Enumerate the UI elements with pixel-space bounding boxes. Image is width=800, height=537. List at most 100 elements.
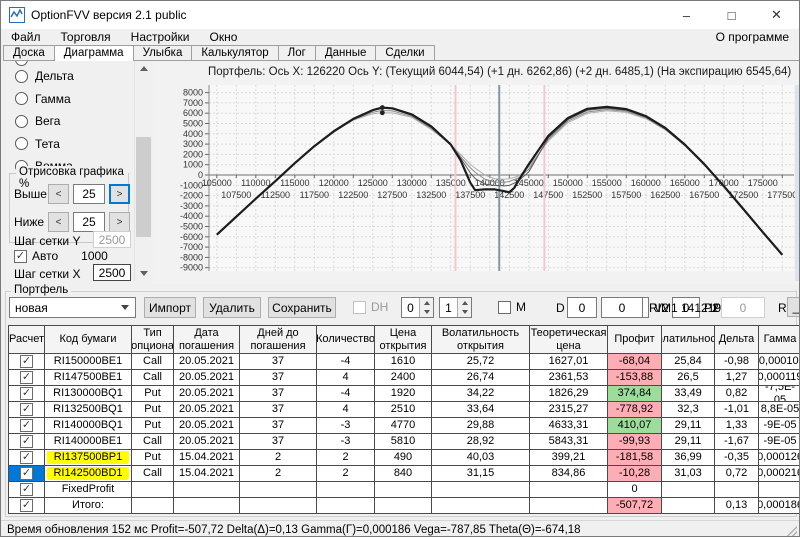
row-checkbox-cell[interactable]: ✓ — [9, 466, 45, 482]
below-percent-input[interactable] — [73, 212, 105, 232]
cell: -3 — [317, 434, 375, 450]
table-row[interactable]: ✓RI147500BE1Call20.05.2021374240026,7423… — [9, 370, 800, 386]
svg-text:177500: 177500 — [767, 190, 797, 200]
grid-step-x-input[interactable] — [93, 264, 131, 281]
spinner-buttons[interactable] — [419, 298, 433, 317]
cell: 25,72 — [432, 354, 530, 370]
tab-калькулятор[interactable]: Калькулятор — [191, 45, 278, 60]
save-button[interactable]: Сохранить — [268, 297, 336, 318]
scroll-down-icon[interactable] — [135, 266, 152, 281]
greek-radio-1[interactable]: Гамма — [15, 92, 71, 106]
row-checkbox[interactable]: ✓ — [20, 483, 33, 496]
row-checkbox[interactable]: ✓ — [20, 403, 33, 416]
table-row[interactable]: ✓RI140000BQ1Put20.05.202137-3477029,8846… — [9, 418, 800, 434]
dh-label: DH — [371, 300, 388, 314]
table-row[interactable]: ✓RI142500BD1Call15.04.20212284031,15834,… — [9, 466, 800, 482]
cell — [432, 482, 530, 498]
m-checkbox-row[interactable]: M — [498, 300, 526, 314]
portfolio-select[interactable]: новая — [9, 297, 136, 318]
row-checkbox[interactable]: ✓ — [20, 467, 33, 480]
row-checkbox-cell[interactable]: ✓ — [9, 482, 45, 498]
below-increase-button[interactable]: > — [109, 212, 130, 232]
row-checkbox-cell[interactable]: ✓ — [9, 450, 45, 466]
row-checkbox-cell[interactable]: ✓ — [9, 402, 45, 418]
row-checkbox-cell[interactable]: ✓ — [9, 386, 45, 402]
tab-улыбка[interactable]: Улыбка — [133, 45, 193, 60]
svg-text:3000: 3000 — [183, 139, 203, 149]
row-checkbox[interactable]: ✓ — [20, 499, 33, 512]
svg-text:115000: 115000 — [280, 178, 309, 188]
minimize-button[interactable]: – — [664, 1, 709, 29]
row-checkbox[interactable]: ✓ — [20, 371, 33, 384]
menu-item-3[interactable]: Окно — [200, 30, 248, 44]
scrollbar-thumb[interactable] — [136, 137, 151, 237]
dh-checkbox-row[interactable]: DH — [353, 300, 388, 314]
dh-spinner-2[interactable]: 1 — [439, 297, 472, 318]
maximize-button[interactable]: □ — [709, 1, 754, 29]
tab-сделки[interactable]: Сделки — [375, 45, 434, 60]
cell — [132, 498, 174, 514]
table-row[interactable]: ✓RI137500BP1Put15.04.20212249040,03399,2… — [9, 450, 800, 466]
tab-данные[interactable]: Данные — [315, 45, 377, 60]
close-button[interactable]: ✕ — [754, 1, 799, 29]
row-checkbox[interactable]: ✓ — [20, 435, 33, 448]
d-input[interactable] — [567, 297, 597, 318]
tab-лог[interactable]: Лог — [278, 45, 316, 60]
row-checkbox-cell[interactable]: ✓ — [9, 498, 45, 514]
r-button[interactable]: _ — [787, 297, 800, 317]
chart-scrollbar[interactable] — [795, 85, 800, 281]
profit-cell: 410,07 — [608, 418, 662, 434]
menu-item-about[interactable]: О программе — [706, 30, 799, 44]
cell: 28,92 — [432, 434, 530, 450]
table-row[interactable]: ✓RI140000BE1Call20.05.202137-3581028,925… — [9, 434, 800, 450]
menu-item-1[interactable]: Торговля — [51, 30, 121, 44]
left-panel-scrollbar[interactable] — [134, 61, 151, 281]
above-decrease-button[interactable]: < — [48, 184, 69, 204]
table-row[interactable]: ✓RI150000BE1Call20.05.202137-4161025,721… — [9, 354, 800, 370]
greek-radio-partial[interactable] — [15, 61, 28, 66]
above-increase-button[interactable]: > — [109, 184, 130, 204]
dh-spinner-1[interactable]: 0 — [401, 297, 434, 318]
menu-item-2[interactable]: Настройки — [121, 30, 200, 44]
resize-grip-icon[interactable] — [787, 526, 797, 536]
row-checkbox[interactable]: ✓ — [20, 451, 33, 464]
table-row[interactable]: ✓Итого:-507,720,130,000186 — [9, 498, 800, 514]
row-checkbox[interactable]: ✓ — [20, 419, 33, 432]
cell: 37 — [240, 354, 317, 370]
tab-доска[interactable]: Доска — [3, 45, 55, 60]
greek-radio-0[interactable]: Дельта — [15, 69, 74, 83]
row-checkbox[interactable]: ✓ — [20, 387, 33, 400]
above-percent-input[interactable] — [73, 184, 105, 204]
payoff-chart[interactable]: 800070006000500040003000200010000-1000-2… — [153, 81, 800, 284]
grid-step-y-input[interactable] — [93, 231, 131, 248]
p1-input[interactable] — [601, 297, 643, 318]
menu-item-0[interactable]: Файл — [1, 30, 51, 44]
cell: 20.05.2021 — [174, 370, 240, 386]
m-checkbox[interactable] — [498, 301, 511, 314]
svg-text:147500: 147500 — [533, 190, 563, 200]
auto-checkbox[interactable]: ✓ — [14, 250, 27, 263]
table-row[interactable]: ✓RI130000BQ1Put20.05.202137-4192034,2218… — [9, 386, 800, 402]
dh-checkbox[interactable] — [353, 301, 366, 314]
p2-input[interactable] — [721, 297, 765, 318]
row-checkbox[interactable]: ✓ — [20, 355, 33, 368]
table-row[interactable]: ✓RI132500BQ1Put20.05.2021374251033,64231… — [9, 402, 800, 418]
greek-radio-3[interactable]: Тета — [15, 137, 60, 151]
auto-checkbox-row[interactable]: ✓ Авто 1000 — [14, 249, 108, 263]
row-checkbox-cell[interactable]: ✓ — [9, 418, 45, 434]
row-checkbox-cell[interactable]: ✓ — [9, 434, 45, 450]
spinner-buttons[interactable] — [457, 298, 471, 317]
radio-label: Гамма — [35, 92, 71, 106]
svg-text:-8000: -8000 — [180, 252, 203, 262]
scroll-up-icon[interactable] — [135, 61, 152, 76]
svg-text:175000: 175000 — [748, 178, 778, 188]
delete-button[interactable]: Удалить — [203, 297, 261, 318]
row-checkbox-cell[interactable]: ✓ — [9, 370, 45, 386]
row-checkbox-cell[interactable]: ✓ — [9, 354, 45, 370]
below-decrease-button[interactable]: < — [48, 212, 69, 232]
greek-radio-2[interactable]: Вега — [15, 114, 60, 128]
tab-диаграмма[interactable]: Диаграмма — [54, 45, 134, 61]
cell: -1,67 — [715, 434, 759, 450]
import-button[interactable]: Импорт — [144, 297, 196, 318]
table-row[interactable]: ✓FixedProfit0 — [9, 482, 800, 498]
